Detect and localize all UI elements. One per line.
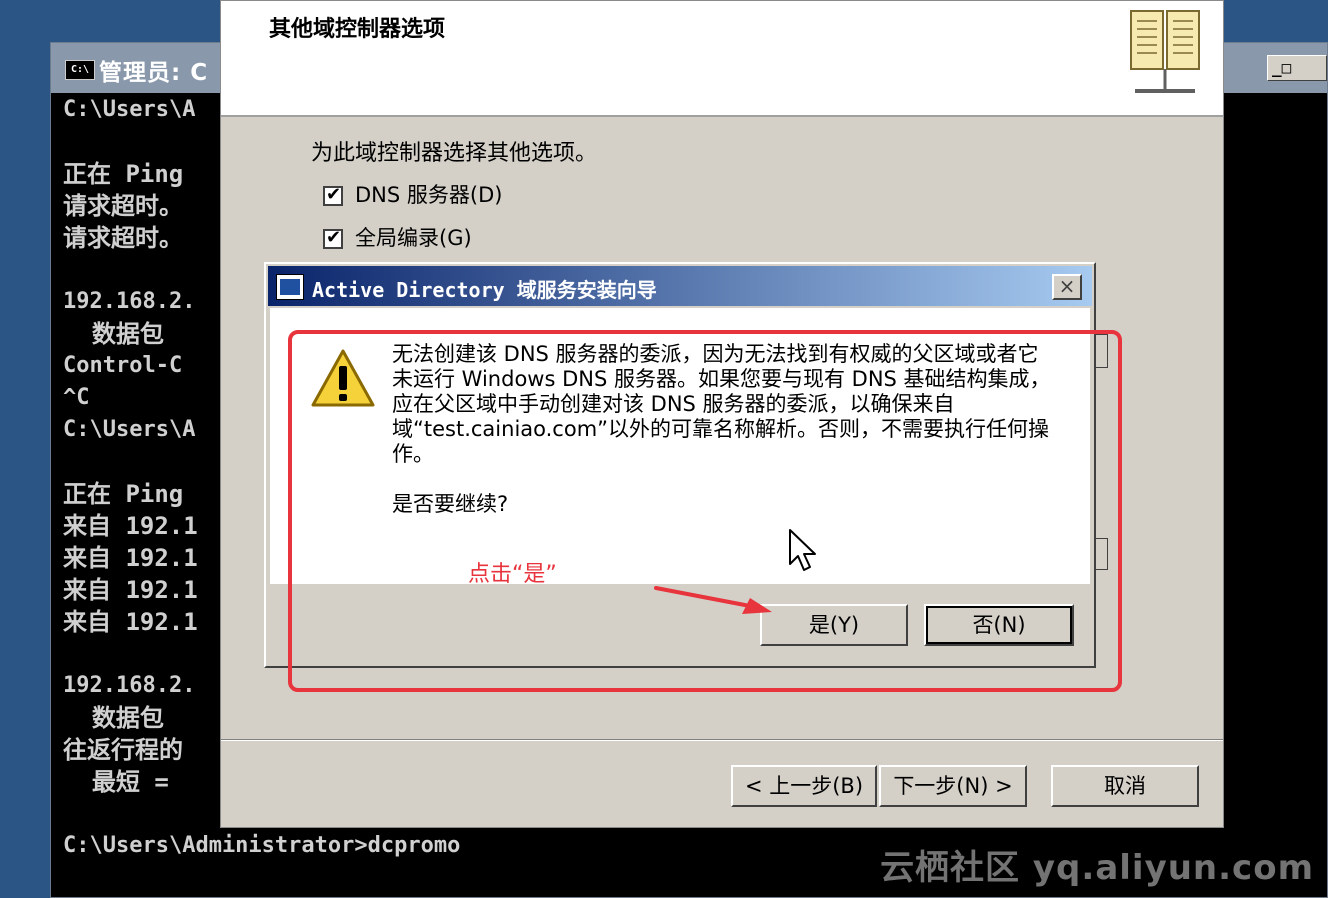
dialog-title: Active Directory 域服务安装向导 — [312, 278, 657, 302]
console-line: C:\Users\Administrator>dcpromo — [63, 833, 461, 858]
global-catalog-label: 全局编录(G) — [355, 226, 472, 250]
annotation-highlight-box — [288, 330, 1122, 692]
console-line: 192.168.2. — [63, 673, 196, 698]
wizard-page-title: 其他域控制器选项 — [269, 17, 446, 42]
wizard-separator — [221, 739, 1223, 741]
console-line: ^C — [63, 385, 90, 410]
dns-server-label: DNS 服务器(D) — [355, 183, 503, 207]
annotation-arrow-icon — [654, 586, 772, 614]
book-icon — [1130, 10, 1200, 93]
minimize-maximize-buttons[interactable]: _□ — [1267, 55, 1327, 81]
console-line: 正在 Ping — [63, 160, 184, 188]
dns-server-option[interactable]: DNS 服务器(D) — [323, 179, 502, 209]
global-catalog-option[interactable]: 全局编录(G) — [323, 222, 472, 252]
dialog-title-bar[interactable]: Active Directory 域服务安装向导 × — [268, 266, 1092, 306]
console-line: 请求超时。 — [63, 192, 183, 220]
wizard-header: 其他域控制器选项 — [221, 1, 1223, 117]
app-icon — [276, 274, 304, 300]
mouse-cursor-icon — [789, 529, 816, 571]
global-catalog-checkbox[interactable] — [323, 227, 343, 249]
console-line: 数据包 — [63, 704, 164, 732]
console-line: 往返行程的 — [63, 736, 183, 764]
console-line: 来自 192.1 — [63, 512, 198, 540]
console-line: C:\Users\A — [63, 417, 196, 442]
cancel-button[interactable]: 取消 — [1051, 765, 1199, 807]
console-line: 来自 192.1 — [63, 576, 198, 604]
console-line: 请求超时。 — [63, 224, 183, 252]
console-line: 192.168.2. — [63, 289, 196, 314]
annotation-label: 点击“是” — [468, 562, 557, 587]
close-icon[interactable]: × — [1052, 274, 1082, 300]
console-line: 正在 Ping — [63, 480, 184, 508]
console-line: 数据包 — [63, 320, 164, 348]
back-button[interactable]: < 上一步(B) — [731, 765, 877, 807]
dns-server-checkbox[interactable] — [323, 184, 343, 206]
console-app-icon: C:\ — [65, 60, 95, 80]
wizard-description: 为此域控制器选择其他选项。 — [311, 141, 598, 166]
console-line: 来自 192.1 — [63, 608, 198, 636]
console-line: Control-C — [63, 353, 183, 378]
console-line: 来自 192.1 — [63, 544, 198, 572]
watermark: 云栖社区 yq.aliyun.com — [880, 848, 1314, 888]
console-line: C:\Users\A — [63, 97, 196, 122]
console-title: 管理员: C — [99, 60, 209, 86]
console-line: 最短 = — [63, 768, 169, 796]
next-button[interactable]: 下一步(N) > — [879, 765, 1027, 807]
